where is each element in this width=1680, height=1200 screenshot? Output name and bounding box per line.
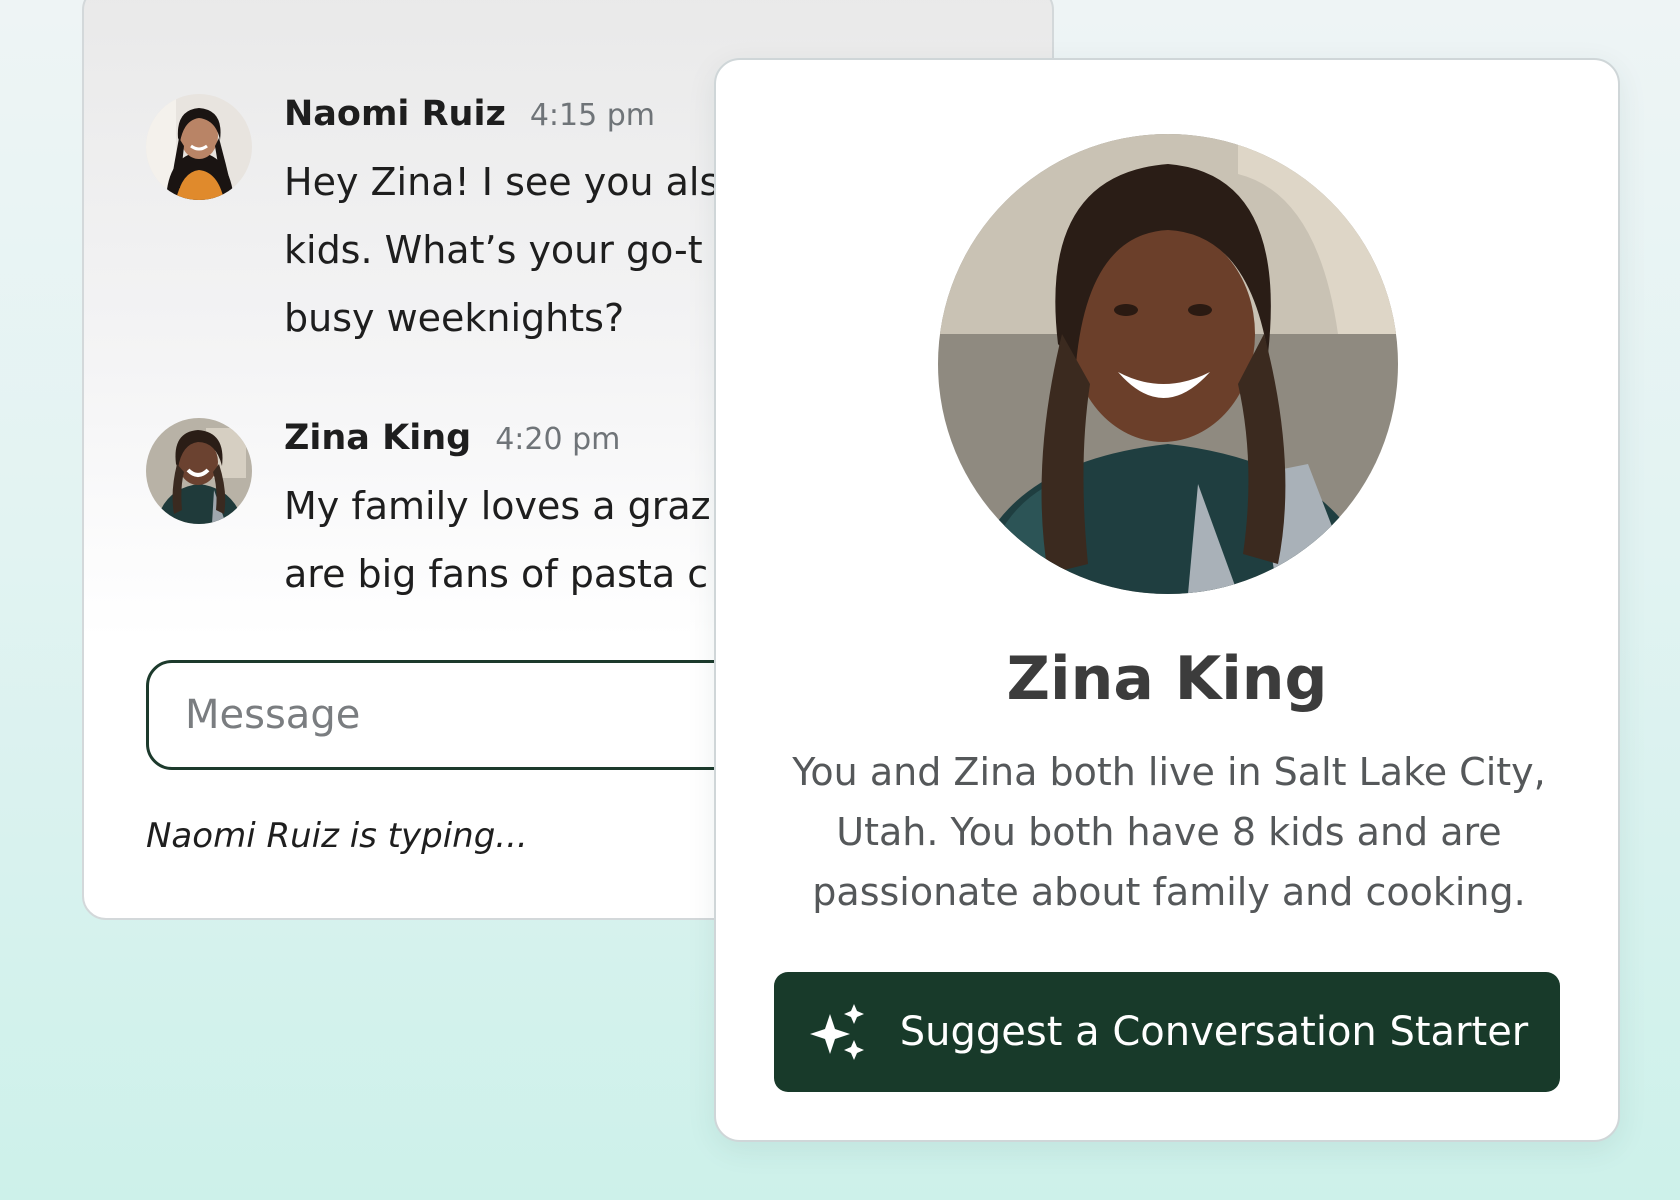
message-author[interactable]: Zina King <box>284 418 471 458</box>
profile-card: Zina King You and Zina both live in Salt… <box>714 58 1620 1142</box>
avatar-naomi-ruiz[interactable] <box>146 94 252 200</box>
message-timestamp: 4:15 pm <box>529 98 656 133</box>
avatar-zina-king[interactable] <box>146 418 252 524</box>
message-author[interactable]: Naomi Ruiz <box>284 94 506 134</box>
typing-indicator: Naomi Ruiz is typing... <box>146 816 528 856</box>
profile-description: You and Zina both live in Salt Lake City… <box>792 750 1546 914</box>
profile-name: Zina King <box>1006 644 1328 714</box>
sparkles-icon <box>809 1004 864 1060</box>
message-input-placeholder: Message <box>185 692 361 738</box>
suggest-button-label: Suggest a Conversation Starter <box>899 1009 1529 1055</box>
suggest-conversation-starter-button[interactable]: Suggest a Conversation Starter <box>774 972 1560 1092</box>
profile-avatar <box>938 134 1398 594</box>
message-timestamp: 4:20 pm <box>495 422 621 457</box>
